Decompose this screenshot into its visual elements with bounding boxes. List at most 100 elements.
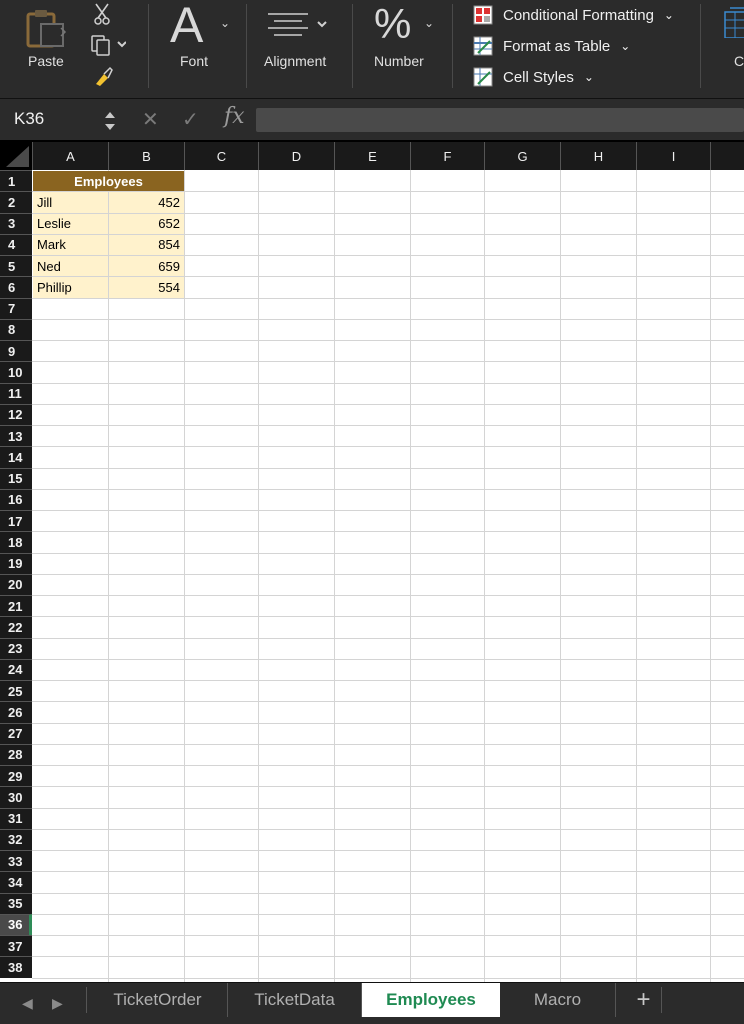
row-header-23[interactable]: 23 xyxy=(0,637,32,659)
row-header-12[interactable]: 12 xyxy=(0,403,32,425)
row-header-4[interactable]: 4 xyxy=(0,233,32,255)
insert-cells-icon[interactable] xyxy=(724,6,744,39)
row-header-10[interactable]: 10 xyxy=(0,361,32,383)
cells-group[interactable]: C xyxy=(702,0,744,90)
cells-label[interactable]: C xyxy=(734,53,744,69)
column-header-j[interactable] xyxy=(710,142,744,170)
row-header-8[interactable]: 8 xyxy=(0,318,32,340)
row-header-1[interactable]: 1 xyxy=(0,170,32,192)
align-center-icon[interactable] xyxy=(268,12,330,38)
chevron-down-icon[interactable]: ⌄ xyxy=(424,16,434,30)
alignment-label[interactable]: Alignment xyxy=(264,53,326,69)
row-header-29[interactable]: 29 xyxy=(0,765,32,787)
employee-name-cell[interactable]: Phillip xyxy=(33,277,108,298)
sheet-tab-employees[interactable]: Employees xyxy=(362,983,500,1017)
row-header-33[interactable]: 33 xyxy=(0,850,32,872)
row-header-31[interactable]: 31 xyxy=(0,807,32,829)
name-box-stepper-icon[interactable] xyxy=(104,109,116,133)
number-label[interactable]: Number xyxy=(374,53,424,69)
row-header-7[interactable]: 7 xyxy=(0,297,32,319)
employee-value-cell[interactable]: 652 xyxy=(109,213,184,234)
column-gridline xyxy=(560,170,561,982)
row-header-9[interactable]: 9 xyxy=(0,340,32,362)
conditional-formatting-button[interactable]: Conditional Formatting ⌄ xyxy=(473,4,674,26)
row-gridline xyxy=(32,340,744,341)
row-header-6[interactable]: 6 xyxy=(0,276,32,298)
column-gridline xyxy=(334,170,335,982)
employee-value-cell[interactable]: 554 xyxy=(109,277,184,298)
column-header-a[interactable]: A xyxy=(32,142,108,170)
row-header-26[interactable]: 26 xyxy=(0,701,32,723)
enter-icon[interactable]: ✓ xyxy=(182,107,199,132)
add-sheet-button[interactable]: + xyxy=(626,986,662,1013)
select-all-button[interactable] xyxy=(0,142,32,170)
row-header-16[interactable]: 16 xyxy=(0,488,32,510)
row-gridline xyxy=(32,850,744,851)
paste-icon[interactable] xyxy=(24,8,68,48)
row-header-35[interactable]: 35 xyxy=(0,892,32,914)
employee-value-cell[interactable]: 452 xyxy=(109,192,184,213)
row-header-18[interactable]: 18 xyxy=(0,531,32,553)
row-header-37[interactable]: 37 xyxy=(0,935,32,957)
format-painter-icon[interactable] xyxy=(90,64,114,88)
row-header-11[interactable]: 11 xyxy=(0,382,32,404)
cell-styles-button[interactable]: Cell Styles ⌄ xyxy=(473,66,594,88)
employee-value-cell[interactable]: 659 xyxy=(109,256,184,277)
row-header-24[interactable]: 24 xyxy=(0,658,32,680)
font-icon[interactable]: A xyxy=(170,0,203,54)
employee-name-cell[interactable]: Leslie xyxy=(33,213,108,234)
column-header-f[interactable]: F xyxy=(410,142,484,170)
alignment-group[interactable]: Alignment xyxy=(248,0,352,90)
column-header-d[interactable]: D xyxy=(258,142,334,170)
column-header-b[interactable]: B xyxy=(108,142,184,170)
format-as-table-button[interactable]: Format as Table ⌄ xyxy=(473,35,630,57)
row-header-25[interactable]: 25 xyxy=(0,680,32,702)
number-group[interactable]: % ⌄ Number xyxy=(354,0,452,90)
sheet-tab-ticketdata[interactable]: TicketData xyxy=(228,983,362,1017)
row-header-19[interactable]: 19 xyxy=(0,552,32,574)
sheet-tab-macro[interactable]: Macro xyxy=(500,983,616,1017)
row-header-2[interactable]: 2 xyxy=(0,191,32,213)
row-header-13[interactable]: 13 xyxy=(0,425,32,447)
row-header-22[interactable]: 22 xyxy=(0,616,32,638)
cancel-icon[interactable]: ✕ xyxy=(142,107,159,132)
row-header-38[interactable]: 38 xyxy=(0,956,32,978)
column-header-i[interactable]: I xyxy=(636,142,710,170)
row-header-20[interactable]: 20 xyxy=(0,573,32,595)
insert-function-icon[interactable]: fx xyxy=(224,104,245,129)
employee-name-cell[interactable]: Jill xyxy=(33,192,108,213)
row-header-14[interactable]: 14 xyxy=(0,446,32,468)
row-header-36[interactable]: 36 xyxy=(0,913,32,935)
copy-icon[interactable] xyxy=(90,34,127,56)
column-header-h[interactable]: H xyxy=(560,142,636,170)
sheet-tab-ticketorder[interactable]: TicketOrder xyxy=(88,983,228,1017)
font-label[interactable]: Font xyxy=(180,53,208,69)
prev-sheet-icon[interactable]: ◀ xyxy=(22,995,33,1012)
row-header-3[interactable]: 3 xyxy=(0,212,32,234)
row-header-30[interactable]: 30 xyxy=(0,786,32,808)
cut-icon[interactable] xyxy=(92,2,112,26)
column-header-c[interactable]: C xyxy=(184,142,258,170)
formula-input[interactable] xyxy=(256,108,744,132)
row-header-21[interactable]: 21 xyxy=(0,595,32,617)
next-sheet-icon[interactable]: ▶ xyxy=(52,995,63,1012)
row-header-32[interactable]: 32 xyxy=(0,828,32,850)
name-box[interactable]: K36 xyxy=(14,109,44,129)
table-title-cell[interactable]: Employees xyxy=(33,171,184,192)
employee-name-cell[interactable]: Ned xyxy=(33,256,108,277)
row-header-28[interactable]: 28 xyxy=(0,743,32,765)
row-header-17[interactable]: 17 xyxy=(0,510,32,532)
row-header-27[interactable]: 27 xyxy=(0,722,32,744)
paste-label[interactable]: Paste xyxy=(28,53,64,69)
column-header-e[interactable]: E xyxy=(334,142,410,170)
employee-value-cell[interactable]: 854 xyxy=(109,234,184,255)
chevron-down-icon[interactable]: ⌄ xyxy=(220,16,230,30)
font-group[interactable]: A ⌄ Font xyxy=(150,0,246,90)
row-header-5[interactable]: 5 xyxy=(0,255,32,277)
column-header-g[interactable]: G xyxy=(484,142,560,170)
employee-name-cell[interactable]: Mark xyxy=(33,234,108,255)
percent-icon[interactable]: % xyxy=(374,0,411,48)
row-header-34[interactable]: 34 xyxy=(0,871,32,893)
row-header-15[interactable]: 15 xyxy=(0,467,32,489)
row-gridline xyxy=(32,531,744,533)
